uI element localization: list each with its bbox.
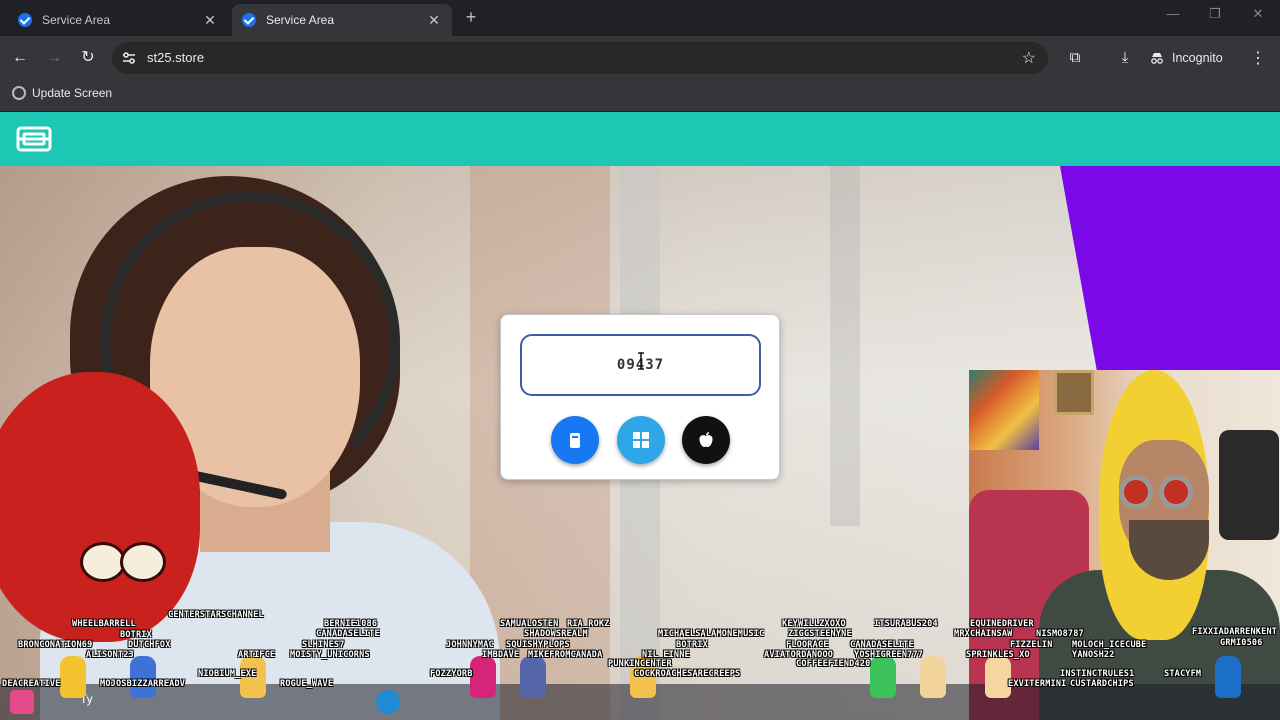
site-header — [0, 112, 1280, 166]
new-tab-button[interactable]: + — [460, 6, 482, 28]
chat-avatar-sprite — [130, 656, 156, 698]
tab-favicon-icon — [242, 13, 256, 27]
chat-avatar-sprite — [520, 656, 546, 698]
window-close-icon[interactable]: ✕ — [1243, 6, 1273, 22]
edge-icon[interactable] — [376, 690, 400, 714]
text-cursor-icon — [638, 352, 644, 370]
bookmark-star-icon[interactable]: ☆ — [1022, 48, 1036, 68]
cast-icon[interactable]: ⧉ — [1065, 48, 1085, 68]
incognito-icon — [1151, 53, 1163, 64]
android-download-button[interactable] — [551, 416, 599, 464]
tab-title: Service Area — [42, 13, 111, 27]
android-icon — [570, 433, 580, 448]
close-icon[interactable]: ✕ — [202, 12, 218, 29]
address-url: st25.store — [147, 50, 205, 65]
incognito-label: Incognito — [1172, 51, 1223, 65]
tab-service-area-1[interactable]: Service Area ✕ — [8, 4, 228, 36]
windows-icon — [633, 432, 649, 448]
tab-strip: Service Area ✕ Service Area ✕ + — ❐ ✕ — [0, 0, 1280, 36]
chat-avatar-sprite — [240, 656, 266, 698]
chat-avatar-sprite — [630, 656, 656, 698]
tab-title: Service Area — [266, 13, 335, 27]
browser-toolbar: ← → ↻ st25.store ☆ ⧉ ⤓ Incognito ⋮ — [0, 36, 1280, 80]
apple-icon — [699, 432, 713, 448]
chat-avatar-sprite — [1215, 656, 1241, 698]
tab-favicon-icon — [18, 13, 32, 27]
close-icon[interactable]: ✕ — [426, 12, 442, 29]
site-logo-icon[interactable] — [16, 124, 52, 154]
back-arrow-icon[interactable]: ← — [8, 46, 32, 70]
chat-avatar-sprite — [870, 656, 896, 698]
red-mascot-overlay — [0, 372, 200, 642]
menu-kebab-icon[interactable]: ⋮ — [1250, 48, 1266, 68]
incognito-indicator[interactable]: Incognito — [1150, 44, 1223, 72]
chat-avatar-sprite — [920, 656, 946, 698]
bookmark-update-screen[interactable]: Update Screen — [12, 86, 112, 100]
code-dialog: 09437 — [500, 314, 780, 480]
address-bar[interactable]: st25.store ☆ — [112, 42, 1048, 74]
windows-download-button[interactable] — [617, 416, 665, 464]
reload-icon[interactable]: ↻ — [76, 46, 100, 70]
site-settings-icon[interactable] — [122, 51, 136, 65]
apple-download-button[interactable] — [682, 416, 730, 464]
chat-avatar-sprite — [985, 656, 1011, 698]
globe-icon — [12, 86, 26, 100]
app-icon[interactable] — [10, 690, 34, 714]
tab-service-area-2[interactable]: Service Area ✕ — [232, 4, 452, 36]
forward-arrow-icon[interactable]: → — [42, 46, 66, 70]
chat-avatar-sprite — [470, 656, 496, 698]
restore-icon[interactable]: ❐ — [1200, 6, 1230, 22]
download-icon[interactable]: ⤓ — [1115, 48, 1135, 68]
bookmark-label: Update Screen — [32, 86, 113, 100]
chat-avatar-sprite — [60, 656, 86, 698]
bookmarks-bar: Update Screen — [0, 80, 1280, 112]
minimize-icon[interactable]: — — [1158, 6, 1188, 21]
